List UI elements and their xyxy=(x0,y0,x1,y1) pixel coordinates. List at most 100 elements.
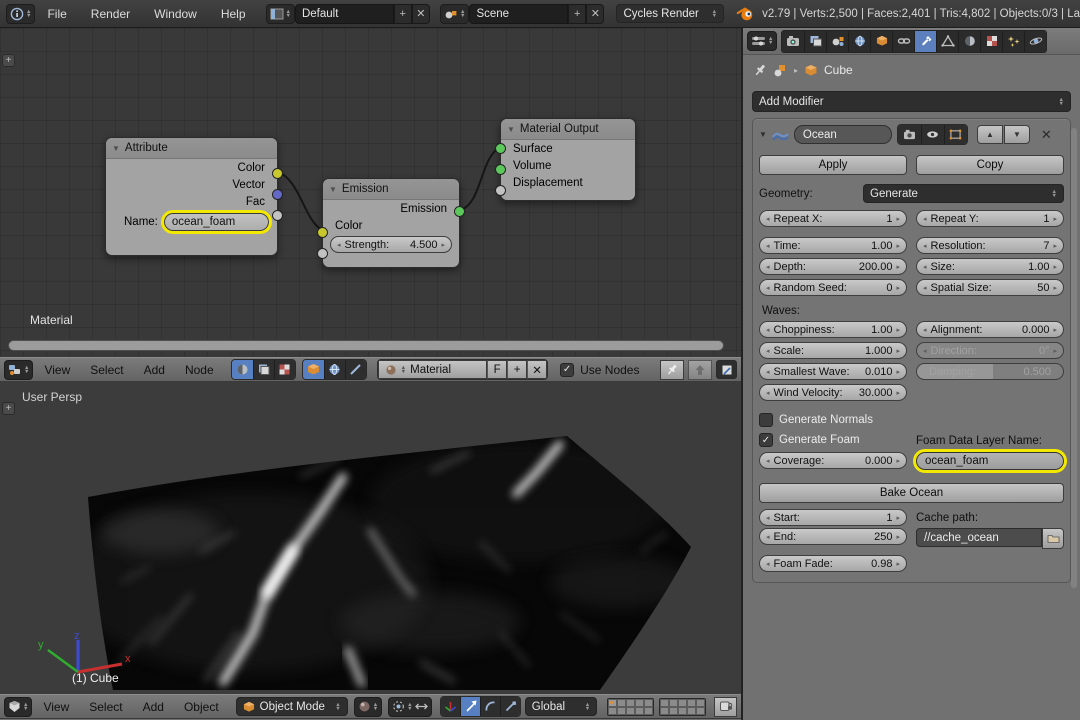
socket-surface-input[interactable] xyxy=(495,143,506,154)
scene-selector-icon-button[interactable]: ▲▼ xyxy=(440,4,469,24)
new-material-button[interactable]: + xyxy=(507,360,527,379)
manipulate-centers-icon[interactable] xyxy=(415,700,428,713)
scale-manipulator[interactable] xyxy=(500,697,520,716)
tab-material[interactable] xyxy=(958,31,980,52)
breadcrumb-object-name[interactable]: Cube xyxy=(824,63,853,77)
horizontal-scrollbar[interactable] xyxy=(8,340,724,351)
world-shader-tab[interactable] xyxy=(324,360,345,379)
foam-fade-field[interactable]: ◂Foam Fade:0.98▸ xyxy=(759,555,907,572)
bake-ocean-button[interactable]: Bake Ocean xyxy=(759,483,1064,503)
editmode-visibility-toggle[interactable] xyxy=(944,125,967,144)
viewport-3d[interactable]: + xyxy=(0,382,741,694)
time-field[interactable]: ◂Time:1.00▸ xyxy=(759,237,907,254)
menu-render[interactable]: Render xyxy=(79,7,142,21)
move-modifier-up-button[interactable]: ▲ xyxy=(977,125,1003,144)
depth-field[interactable]: ◂Depth:200.00▸ xyxy=(759,258,907,275)
delete-scene-button[interactable]: ✕ xyxy=(586,4,604,24)
apply-button[interactable]: Apply xyxy=(759,155,907,175)
use-nodes-checkbox[interactable]: ✓ xyxy=(560,363,574,377)
tab-object[interactable] xyxy=(870,31,892,52)
menu-add[interactable]: Add xyxy=(135,363,174,377)
generate-normals-checkbox[interactable] xyxy=(759,413,773,427)
texture-nodes-tab[interactable] xyxy=(274,360,295,379)
add-scene-button[interactable]: + xyxy=(568,4,586,24)
snap-button[interactable] xyxy=(716,360,737,379)
menu-file[interactable]: File xyxy=(35,7,78,21)
material-selector[interactable]: ▲▼ Material xyxy=(378,360,487,379)
menu-help[interactable]: Help xyxy=(209,7,258,21)
fake-user-button[interactable]: F xyxy=(487,360,507,379)
screen-layout-field[interactable]: Default xyxy=(295,4,394,24)
move-modifier-down-button[interactable]: ▼ xyxy=(1004,125,1030,144)
pivot-point-dropdown[interactable]: ▲▼ xyxy=(388,697,431,717)
layer-group-1[interactable] xyxy=(607,698,654,716)
compositing-nodes-tab[interactable] xyxy=(253,360,274,379)
scene-lock-button[interactable] xyxy=(714,697,737,717)
mode-dropdown[interactable]: Object Mode ▲▼ xyxy=(236,697,348,716)
strength-slider[interactable]: ◂ Strength: 4.500 ▸ xyxy=(330,236,452,253)
start-frame-field[interactable]: ◂Start:1▸ xyxy=(759,509,907,526)
tab-modifiers[interactable] xyxy=(914,31,936,52)
add-layout-button[interactable]: + xyxy=(394,4,412,24)
tab-scene[interactable] xyxy=(826,31,848,52)
pin-button[interactable] xyxy=(660,360,684,380)
tab-texture[interactable] xyxy=(980,31,1002,52)
tab-physics[interactable] xyxy=(1024,31,1046,52)
socket-fac-output[interactable] xyxy=(272,210,283,221)
tab-object-data[interactable] xyxy=(936,31,958,52)
scale-field[interactable]: ◂Scale:1.000▸ xyxy=(759,342,907,359)
screen-layout-icon-button[interactable]: ▲▼ xyxy=(266,4,295,24)
resolution-field[interactable]: ◂Resolution:7▸ xyxy=(916,237,1064,254)
manipulator-toggle[interactable] xyxy=(441,697,461,716)
modifier-name-input[interactable]: Ocean xyxy=(794,125,892,144)
linestyle-shader-tab[interactable] xyxy=(345,360,366,379)
size-field[interactable]: ◂Size:1.00▸ xyxy=(916,258,1064,275)
wind-velocity-field[interactable]: ◂Wind Velocity:30.000▸ xyxy=(759,384,907,401)
socket-emission-output[interactable] xyxy=(454,206,465,217)
repeat-x-field[interactable]: ◂Repeat X:1▸ xyxy=(759,210,907,227)
attribute-node[interactable]: ▼Attribute Color Vector Fac Name: ocean_… xyxy=(105,137,278,256)
collapse-icon[interactable]: ▼ xyxy=(329,185,337,194)
alignment-field[interactable]: ◂Alignment:0.000▸ xyxy=(916,321,1064,338)
generate-foam-checkbox[interactable]: ✓ xyxy=(759,433,773,447)
tab-constraints[interactable] xyxy=(892,31,914,52)
browse-cache-button[interactable] xyxy=(1042,528,1064,549)
delete-modifier-button[interactable]: ✕ xyxy=(1041,127,1052,143)
repeat-y-field[interactable]: ◂Repeat Y:1▸ xyxy=(916,210,1064,227)
random-seed-field[interactable]: ◂Random Seed:0▸ xyxy=(759,279,907,296)
scene-field[interactable]: Scene xyxy=(469,4,568,24)
tab-render[interactable] xyxy=(782,31,804,52)
menu-object[interactable]: Object xyxy=(175,700,228,714)
delete-layout-button[interactable]: ✕ xyxy=(412,4,430,24)
smallest-wave-field[interactable]: ◂Smallest Wave:0.010▸ xyxy=(759,363,907,380)
socket-displacement-input[interactable] xyxy=(495,185,506,196)
attribute-name-input[interactable]: ocean_foam xyxy=(164,213,269,231)
layer-group-2[interactable] xyxy=(659,698,706,716)
geometry-dropdown[interactable]: Generate ▲▼ xyxy=(863,184,1064,203)
tab-render-layers[interactable] xyxy=(804,31,826,52)
editor-type-selector[interactable]: ▲▼ xyxy=(747,31,777,51)
viewport-shading-dropdown[interactable]: ▲▼ xyxy=(354,697,382,717)
choppiness-field[interactable]: ◂Choppiness:1.00▸ xyxy=(759,321,907,338)
editor-type-selector[interactable]: ▲▼ xyxy=(6,4,35,24)
transform-orientation-dropdown[interactable]: Global ▲▼ xyxy=(525,697,597,716)
menu-view[interactable]: View xyxy=(34,700,78,714)
tab-particles[interactable] xyxy=(1002,31,1024,52)
rotate-manipulator[interactable] xyxy=(480,697,500,716)
viewport-visibility-toggle[interactable] xyxy=(921,125,944,144)
cache-path-input[interactable]: //cache_ocean xyxy=(916,528,1042,547)
translate-manipulator[interactable] xyxy=(460,697,480,716)
coverage-field[interactable]: ◂Coverage:0.000▸ xyxy=(759,452,907,469)
collapse-icon[interactable]: ▼ xyxy=(507,125,515,134)
editor-type-selector[interactable]: ▲▼ xyxy=(4,360,33,380)
emission-node[interactable]: ▼Emission Emission Color ◂ Strength: 4.5… xyxy=(322,178,460,268)
expand-icon[interactable]: ▼ xyxy=(759,130,767,139)
add-modifier-dropdown[interactable]: Add Modifier ▲▼ xyxy=(752,91,1071,112)
shader-nodes-tab[interactable] xyxy=(232,360,253,379)
spatial-size-field[interactable]: ◂Spatial Size:50▸ xyxy=(916,279,1064,296)
end-frame-field[interactable]: ◂End:250▸ xyxy=(759,528,907,545)
render-visibility-toggle[interactable] xyxy=(898,125,921,144)
menu-select[interactable]: Select xyxy=(81,363,132,377)
editor-type-selector[interactable]: ▲▼ xyxy=(4,697,32,717)
menu-window[interactable]: Window xyxy=(142,7,209,21)
